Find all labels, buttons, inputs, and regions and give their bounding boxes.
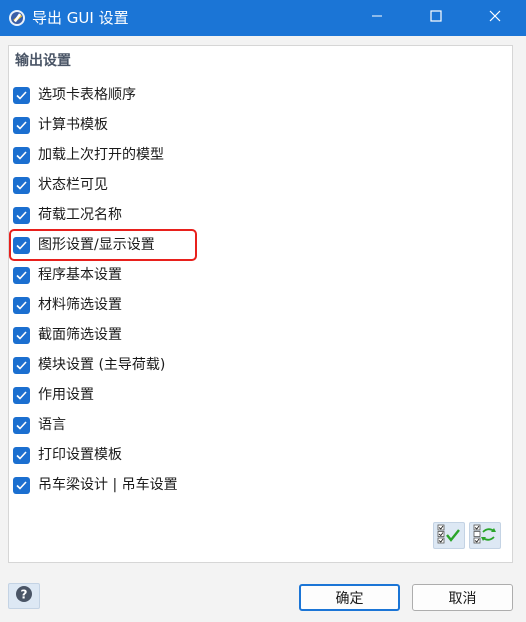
- option-print-settings-template[interactable]: 打印设置模板: [13, 440, 122, 470]
- option-label: 计算书模板: [38, 117, 108, 133]
- option-label: 状态栏可见: [38, 177, 108, 193]
- option-label: 打印设置模板: [38, 447, 122, 463]
- check-all-icon: [437, 524, 461, 548]
- close-button[interactable]: [470, 0, 520, 36]
- cancel-button[interactable]: 取消: [412, 584, 513, 611]
- option-label: 吊车梁设计 | 吊车设置: [38, 477, 178, 493]
- check-all-button[interactable]: [433, 522, 465, 549]
- minimize-button[interactable]: [352, 0, 402, 36]
- svg-text:?: ?: [21, 588, 28, 602]
- help-button[interactable]: ?: [8, 583, 40, 609]
- option-material-filter-settings[interactable]: 材料筛选设置: [13, 290, 122, 320]
- minimize-icon: [371, 10, 383, 26]
- option-load-case-names[interactable]: 荷载工况名称: [13, 200, 122, 230]
- option-label: 材料筛选设置: [38, 297, 122, 313]
- checkbox[interactable]: [13, 116, 30, 134]
- checkbox[interactable]: [13, 206, 30, 224]
- option-report-template[interactable]: 计算书模板: [13, 110, 108, 140]
- window-title: 导出 GUI 设置: [32, 9, 129, 27]
- option-label: 模块设置 (主导荷载): [38, 357, 166, 373]
- checkbox[interactable]: [13, 146, 30, 164]
- close-icon: [489, 10, 501, 26]
- option-language[interactable]: 语言: [13, 410, 66, 440]
- checkbox[interactable]: [13, 176, 30, 194]
- app-icon: [7, 8, 27, 28]
- checkbox[interactable]: [13, 86, 30, 104]
- option-label: 加载上次打开的模型: [38, 147, 164, 163]
- option-module-settings[interactable]: 模块设置 (主导荷载): [13, 350, 165, 380]
- option-crane-beam-design[interactable]: 吊车梁设计 | 吊车设置: [13, 470, 178, 500]
- option-label: 荷载工况名称: [38, 207, 122, 223]
- option-action-settings[interactable]: 作用设置: [13, 380, 94, 410]
- checkbox[interactable]: [13, 356, 30, 374]
- checkbox[interactable]: [13, 416, 30, 434]
- checkbox[interactable]: [13, 266, 30, 284]
- option-label: 作用设置: [38, 387, 94, 403]
- checkbox[interactable]: [13, 476, 30, 494]
- option-label: 选项卡表格顺序: [38, 87, 136, 103]
- title-bar: 导出 GUI 设置: [0, 0, 526, 36]
- option-label: 程序基本设置: [38, 267, 122, 283]
- option-status-bar-visible[interactable]: 状态栏可见: [13, 170, 108, 200]
- checkbox[interactable]: [13, 386, 30, 404]
- option-load-last-model[interactable]: 加载上次打开的模型: [13, 140, 164, 170]
- option-section-filter-settings[interactable]: 截面筛选设置: [13, 320, 122, 350]
- option-label: 语言: [38, 417, 66, 433]
- option-label: 截面筛选设置: [38, 327, 122, 343]
- checkbox[interactable]: [13, 296, 30, 314]
- invert-selection-button[interactable]: [469, 522, 501, 549]
- checkbox[interactable]: [13, 326, 30, 344]
- invert-selection-icon: [473, 524, 497, 548]
- section-title: 输出设置: [15, 53, 71, 69]
- option-program-basic-settings[interactable]: 程序基本设置: [13, 260, 122, 290]
- checkbox[interactable]: [13, 446, 30, 464]
- highlight-box: [9, 229, 197, 261]
- maximize-button[interactable]: [411, 0, 461, 36]
- ok-button[interactable]: 确定: [299, 584, 400, 611]
- option-tab-table-order[interactable]: 选项卡表格顺序: [13, 80, 136, 110]
- maximize-icon: [430, 10, 442, 26]
- help-icon: ?: [15, 585, 33, 607]
